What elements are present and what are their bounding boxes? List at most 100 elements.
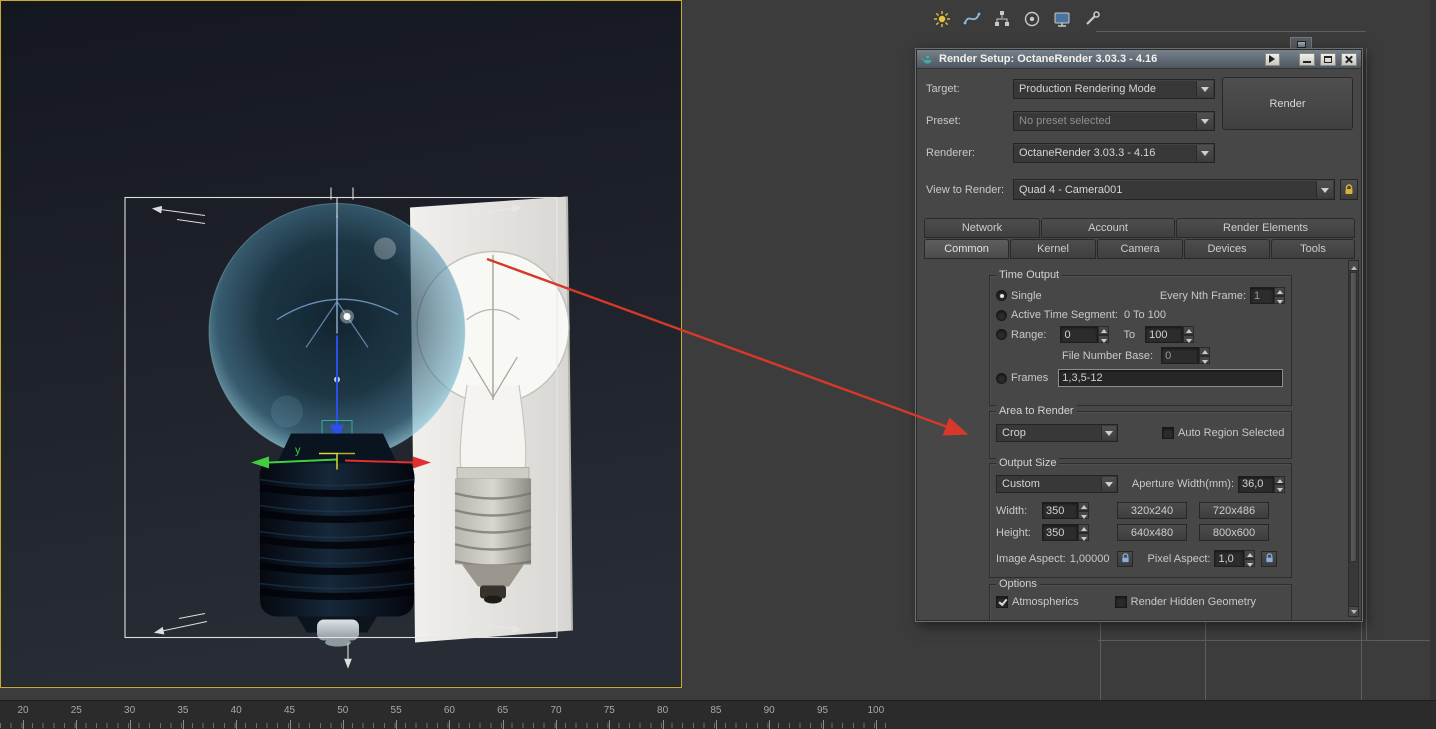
view-to-render-value: Quad 4 - Camera001 — [1019, 183, 1123, 196]
background-panel-edge — [1100, 622, 1101, 700]
width-label: Width: — [996, 504, 1028, 517]
tick-mark — [715, 720, 717, 729]
lights-icon[interactable] — [928, 6, 955, 32]
camera-viewport[interactable]: y — [0, 0, 682, 688]
tab-kernel[interactable]: Kernel — [1010, 239, 1096, 259]
auto-region-checkbox[interactable] — [1162, 427, 1174, 439]
tab-row-primary: Common Kernel Camera Devices Tools — [924, 239, 1355, 259]
height-label: Height: — [996, 526, 1031, 539]
maximize-button[interactable] — [1320, 52, 1336, 66]
tab-devices[interactable]: Devices — [1184, 239, 1270, 259]
file-number-base-field[interactable]: 0 — [1161, 347, 1200, 364]
tick-label: 80 — [657, 705, 669, 716]
tab-render-elements[interactable]: Render Elements — [1176, 218, 1355, 238]
render-hidden-geometry-label: Render Hidden Geometry — [1130, 596, 1256, 608]
tick-label: 40 — [230, 705, 242, 716]
shapes-icon[interactable] — [958, 6, 985, 32]
preset-640x480-button[interactable]: 640x480 — [1117, 524, 1187, 541]
tick-mark — [769, 720, 771, 729]
timeline-ruler[interactable]: 20 25 30 35 40 45 50 55 60 65 70 75 80 85 90 95 100 — [0, 700, 1436, 729]
background-panel-edge — [1098, 640, 1436, 641]
tab-camera[interactable]: Camera — [1097, 239, 1183, 259]
preset-dropdown[interactable]: No preset selected — [1013, 111, 1215, 131]
view-to-render-label: View to Render: — [926, 184, 1005, 196]
scrollbar-thumb[interactable] — [1350, 272, 1357, 562]
target-value: Production Rendering Mode — [1019, 83, 1156, 95]
view-lock-button[interactable] — [1340, 179, 1358, 200]
tick-mark — [662, 720, 664, 729]
every-nth-spinner[interactable] — [1274, 287, 1285, 304]
axis-label: y — [295, 445, 301, 457]
tick-label: 50 — [337, 705, 349, 716]
height-spinner[interactable] — [1078, 524, 1089, 541]
chevron-down-icon — [1101, 426, 1116, 440]
hierarchy-icon[interactable] — [988, 6, 1015, 32]
tick-label: 70 — [550, 705, 562, 716]
target-dropdown[interactable]: Production Rendering Mode — [1013, 79, 1215, 99]
dialog-title: Render Setup: OctaneRender 3.03.3 - 4.16 — [939, 53, 1158, 65]
display-icon[interactable] — [1048, 6, 1075, 32]
width-field[interactable]: 350 — [1042, 502, 1078, 519]
height-field[interactable]: 350 — [1042, 524, 1078, 541]
tick-label: 100 — [867, 705, 885, 716]
preset-800x600-button[interactable]: 800x600 — [1199, 524, 1269, 541]
tick-mark — [182, 720, 184, 729]
chevron-down-icon — [1196, 145, 1213, 161]
tick-label: 30 — [124, 705, 136, 716]
atmospherics-checkbox[interactable] — [996, 596, 1008, 608]
file-number-base-spinner[interactable] — [1199, 347, 1211, 364]
bulb-glass-sphere — [208, 203, 466, 460]
aperture-width-label: Aperture Width(mm): — [1131, 478, 1234, 490]
pixel-aspect-spinner[interactable] — [1244, 550, 1256, 567]
tick-mark — [875, 720, 877, 729]
preset-720x486-button[interactable]: 720x486 — [1199, 502, 1269, 519]
width-spinner[interactable] — [1078, 502, 1089, 519]
range-radio[interactable] — [996, 329, 1007, 340]
scroll-up-icon[interactable] — [1349, 261, 1358, 271]
aperture-width-field[interactable]: 36,0 — [1238, 475, 1274, 493]
view-to-render-dropdown[interactable]: Quad 4 - Camera001 — [1013, 179, 1335, 200]
tab-tools[interactable]: Tools — [1271, 239, 1355, 259]
render-setup-dialog: Render Setup: OctaneRender 3.03.3 - 4.16… — [915, 48, 1363, 622]
tick-mark — [129, 720, 131, 729]
range-to-field[interactable]: 100 — [1145, 326, 1184, 343]
preset-320x240-button[interactable]: 320x240 — [1117, 502, 1187, 519]
render-button[interactable]: Render — [1222, 77, 1353, 130]
tab-network[interactable]: Network — [924, 218, 1040, 238]
aperture-width-spinner[interactable] — [1274, 475, 1285, 493]
image-aspect-lock-button[interactable] — [1117, 550, 1134, 567]
utilities-icon[interactable] — [1078, 6, 1105, 32]
scroll-down-icon[interactable] — [1349, 606, 1358, 616]
space-warps-icon[interactable] — [1018, 6, 1045, 32]
pixel-aspect-lock-button[interactable] — [1261, 550, 1278, 567]
dialog-titlebar[interactable]: Render Setup: OctaneRender 3.03.3 - 4.16 — [917, 50, 1361, 69]
pixel-aspect-field[interactable]: 1,0 — [1214, 550, 1245, 567]
tick-label: 55 — [390, 705, 402, 716]
rollup-button[interactable] — [1265, 52, 1280, 66]
tick-mark — [556, 720, 557, 729]
background-panel-edge — [1361, 622, 1362, 700]
background-panel-edge — [1205, 622, 1206, 700]
frames-radio[interactable] — [996, 372, 1007, 384]
render-hidden-geometry-checkbox[interactable] — [1114, 596, 1127, 608]
active-time-segment-label: Active Time Segment: — [1011, 309, 1118, 321]
active-time-segment-radio[interactable] — [996, 309, 1007, 321]
range-from-spinner[interactable] — [1098, 326, 1110, 343]
every-nth-frame-field[interactable]: 1 — [1250, 287, 1274, 304]
area-to-render-dropdown[interactable]: Crop — [996, 424, 1118, 442]
tick-label: 65 — [497, 705, 509, 716]
minimize-button[interactable] — [1299, 52, 1315, 66]
renderer-dropdown[interactable]: OctaneRender 3.03.3 - 4.16 — [1013, 143, 1215, 163]
close-button[interactable] — [1341, 52, 1357, 66]
output-size-preset-dropdown[interactable]: Custom — [996, 475, 1118, 493]
tick-label: 25 — [70, 705, 82, 716]
dialog-scrollbar[interactable] — [1348, 260, 1359, 617]
range-to-spinner[interactable] — [1183, 326, 1195, 343]
frames-field[interactable]: 1,3,5-12 — [1058, 369, 1283, 387]
tab-common[interactable]: Common — [924, 239, 1009, 259]
single-radio[interactable] — [996, 290, 1007, 301]
group-title: Time Output — [996, 269, 1063, 281]
tab-account[interactable]: Account — [1041, 218, 1175, 238]
range-from-field[interactable]: 0 — [1060, 326, 1099, 343]
tick-label: 20 — [17, 705, 29, 716]
